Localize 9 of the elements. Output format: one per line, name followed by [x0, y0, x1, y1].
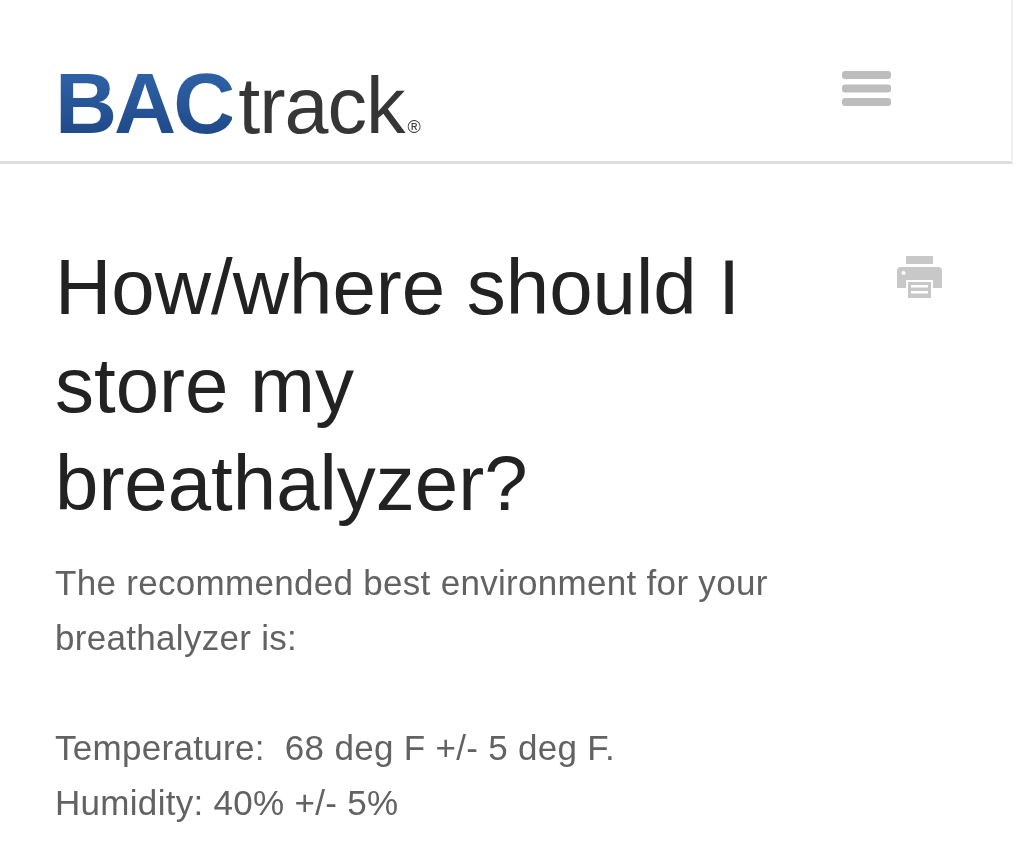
brand-logo[interactable]: BACtrack® — [55, 60, 421, 146]
spec-line: Humidity: 40% +/- 5% — [55, 782, 399, 824]
article-title: How/where should I store my breathalyzer? — [55, 242, 741, 529]
intro-paragraph: The recommended best environment for your breathalyzer is: — [55, 562, 769, 659]
menu-button[interactable] — [842, 71, 891, 106]
spec-line: Temperature: 68 deg F +/- 5 deg F. — [55, 727, 616, 769]
print-icon — [897, 256, 942, 298]
menu-icon — [842, 71, 891, 106]
print-button[interactable] — [897, 256, 942, 298]
